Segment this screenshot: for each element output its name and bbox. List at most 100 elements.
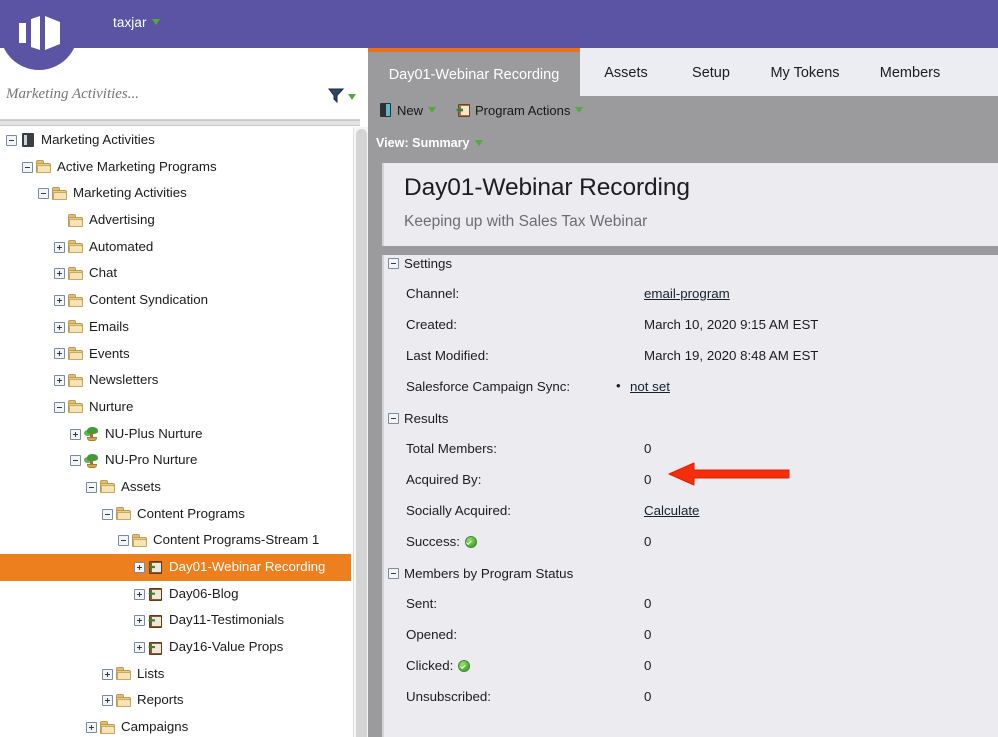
marketing-activities-tree[interactable]: Marketing Activities Active Marketing Pro… [0, 127, 351, 737]
new-button[interactable]: New [378, 103, 437, 118]
tab-day01-webinar-recording[interactable]: Day01-Webinar Recording [368, 48, 580, 96]
expand-icon[interactable] [54, 241, 65, 253]
tree-item-label: Events [89, 345, 130, 361]
field-value: 0 [644, 472, 652, 487]
expand-icon[interactable] [134, 615, 145, 627]
tab-setup[interactable]: Setup [672, 48, 750, 96]
program-actions-button[interactable]: Program Actions [456, 103, 584, 118]
expand-icon[interactable] [134, 561, 145, 573]
tree-item-active-marketing-programs[interactable]: Active Marketing Programs [0, 154, 351, 181]
collapse-icon[interactable] [102, 508, 113, 520]
collapse-icon[interactable] [388, 412, 399, 424]
collapse-icon[interactable] [118, 535, 129, 547]
tab-label: Members [879, 65, 941, 81]
tree-item-label: Day01-Webinar Recording [169, 559, 326, 575]
expand-icon[interactable] [86, 722, 97, 734]
section-title: Members by Program Status [404, 565, 574, 581]
tree-item-campaigns[interactable]: Campaigns [0, 714, 351, 737]
chevron-down-icon[interactable] [151, 19, 160, 25]
collapse-icon[interactable] [388, 257, 399, 269]
tab-label: Assets [604, 65, 648, 81]
expand-icon[interactable] [134, 642, 145, 654]
folder-icon [68, 240, 84, 254]
field-label: Channel: [406, 286, 459, 301]
tree-item-chat[interactable]: Chat [0, 260, 351, 287]
tree-item-content-programs-stream-1[interactable]: Content Programs-Stream 1 [0, 527, 351, 554]
collapse-icon[interactable] [54, 401, 65, 413]
chevron-down-icon[interactable] [575, 107, 584, 113]
program-detail-panel: Day01-Webinar Recording Assets Setup My Tok… [368, 48, 998, 737]
collapse-icon[interactable] [388, 567, 399, 579]
search-row [0, 76, 360, 120]
collapse-icon[interactable] [38, 188, 49, 200]
expand-icon[interactable] [102, 668, 113, 680]
field-label-text: Salesforce Campaign Sync: [406, 379, 571, 394]
tree-item-nurture[interactable]: Nurture [0, 394, 351, 421]
database-icon [20, 133, 36, 148]
section-title: Settings [404, 255, 453, 271]
account-menu[interactable]: taxjar [113, 15, 160, 30]
field-label: Salesforce Campaign Sync: [406, 379, 570, 394]
tree-item-label: Marketing Activities [73, 185, 187, 201]
field-value: March 10, 2020 9:15 AM EST [644, 317, 819, 332]
tree-scrollbar[interactable] [353, 127, 368, 737]
tree-item-label: Content Programs-Stream 1 [153, 532, 320, 548]
field-value-link[interactable]: not set [616, 378, 670, 394]
tab-assets[interactable]: Assets [580, 48, 672, 96]
filter-funnel-control[interactable] [327, 88, 356, 108]
tree-item-day11-testimonials[interactable]: Day11-Testimonials [0, 607, 351, 634]
expand-icon[interactable] [70, 428, 81, 440]
tree-item-reports[interactable]: Reports [0, 687, 351, 714]
tree-item-nu-pro-nurture[interactable]: NU-Pro Nurture [0, 447, 351, 474]
field-value: 0 [644, 627, 652, 642]
field-value-link[interactable]: Calculate [644, 503, 699, 518]
field-label: Sent: [406, 596, 437, 611]
collapse-icon[interactable] [22, 161, 33, 173]
section-header-members-by-program-status[interactable]: Members by Program Status [388, 565, 573, 581]
tree-item-content-syndication[interactable]: Content Syndication [0, 287, 351, 314]
tree-item-content-programs[interactable]: Content Programs [0, 501, 351, 528]
section-header-results[interactable]: Results [388, 410, 448, 426]
expand-icon[interactable] [54, 348, 65, 360]
chevron-down-icon[interactable] [348, 94, 356, 100]
view-selector[interactable]: View: Summary [376, 136, 483, 150]
tree-item-day06-blog[interactable]: Day06-Blog [0, 581, 351, 608]
tree-item-assets[interactable]: Assets [0, 474, 351, 501]
expand-icon[interactable] [102, 695, 113, 707]
marketo-app-window: taxjar Marketing Activities Active Market… [0, 0, 998, 737]
field-value: 0 [644, 689, 652, 704]
tree-item-label: Nurture [89, 399, 134, 414]
collapse-icon[interactable] [86, 481, 97, 493]
tree-item-day16-value-props[interactable]: Day16-Value Props [0, 634, 351, 661]
expand-icon[interactable] [54, 295, 65, 307]
tab-my-tokens[interactable]: My Tokens [750, 48, 860, 96]
expand-icon[interactable] [54, 321, 65, 333]
tree-item-lists[interactable]: Lists [0, 661, 351, 688]
tree-item-automated[interactable]: Automated [0, 234, 351, 261]
chevron-down-icon[interactable] [474, 140, 483, 146]
collapse-icon[interactable] [6, 134, 17, 146]
tree-item-newsletters[interactable]: Newsletters [0, 367, 351, 394]
field-label-text: Acquired By: [406, 472, 482, 487]
expand-icon[interactable] [54, 268, 65, 280]
tab-label: My Tokens [770, 65, 840, 81]
tree-item-day01-webinar-recording[interactable]: Day01-Webinar Recording [0, 554, 351, 581]
field-label-text: Total Members: [406, 441, 497, 456]
field-value-link[interactable]: email-program [644, 286, 730, 301]
tree-item-emails[interactable]: Emails [0, 314, 351, 341]
tree-item-marketing-activities[interactable]: Marketing Activities [0, 180, 351, 207]
search-input[interactable] [6, 86, 306, 103]
tree-item-events[interactable]: Events [0, 341, 351, 368]
tree-item-marketing-activities[interactable]: Marketing Activities [0, 127, 351, 154]
tree-item-advertising[interactable]: Advertising [0, 207, 351, 234]
tab-members[interactable]: Members [860, 48, 960, 96]
tree-item-nu-plus-nurture[interactable]: NU-Plus Nurture [0, 421, 351, 448]
expand-icon[interactable] [54, 375, 65, 387]
tree-scrollbar-thumb[interactable] [356, 129, 367, 737]
tab-label: Setup [692, 65, 730, 81]
chevron-down-icon[interactable] [428, 107, 437, 113]
expand-icon[interactable] [134, 588, 145, 600]
collapse-icon[interactable] [70, 455, 81, 467]
section-header-settings[interactable]: Settings [388, 255, 452, 271]
field-label-text: Success: [406, 534, 460, 549]
